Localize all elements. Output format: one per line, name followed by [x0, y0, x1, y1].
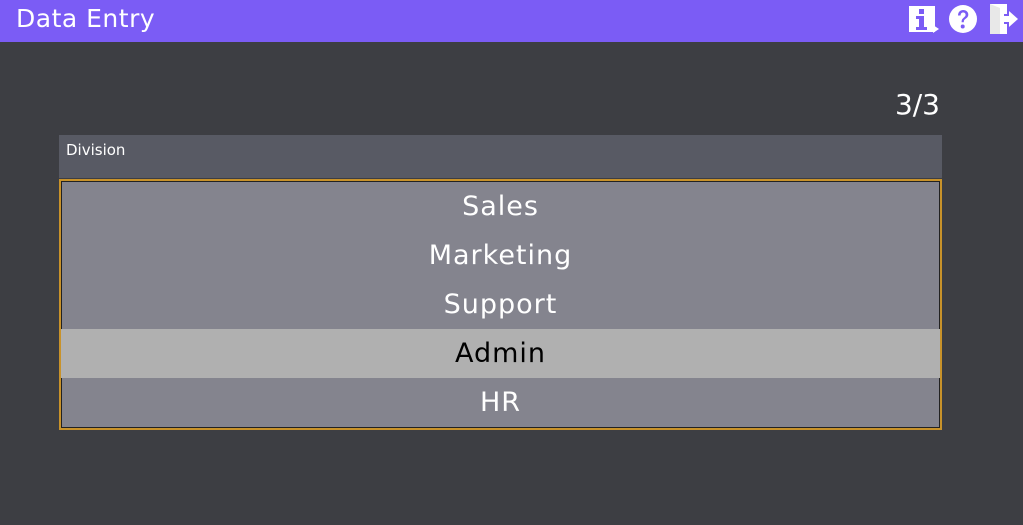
- option-hr[interactable]: HR: [61, 378, 940, 427]
- help-button[interactable]: [947, 3, 979, 35]
- help-icon: [949, 5, 977, 33]
- division-option-list[interactable]: Sales Marketing Support Admin HR: [59, 179, 942, 430]
- exit-icon: [990, 4, 1018, 34]
- title-bar: Data Entry: [0, 0, 1023, 42]
- app-title: Data Entry: [16, 4, 156, 33]
- page-counter: 3/3: [894, 88, 940, 121]
- info-button[interactable]: [907, 3, 939, 35]
- field-header: Division: [59, 135, 942, 178]
- title-bar-actions: [883, 0, 1023, 42]
- option-sales[interactable]: Sales: [61, 182, 940, 231]
- option-marketing[interactable]: Marketing: [61, 231, 940, 280]
- option-admin[interactable]: Admin: [61, 329, 940, 378]
- exit-button[interactable]: [987, 3, 1019, 35]
- option-support[interactable]: Support: [61, 280, 940, 329]
- field-label: Division: [66, 141, 126, 159]
- info-icon: [909, 6, 939, 33]
